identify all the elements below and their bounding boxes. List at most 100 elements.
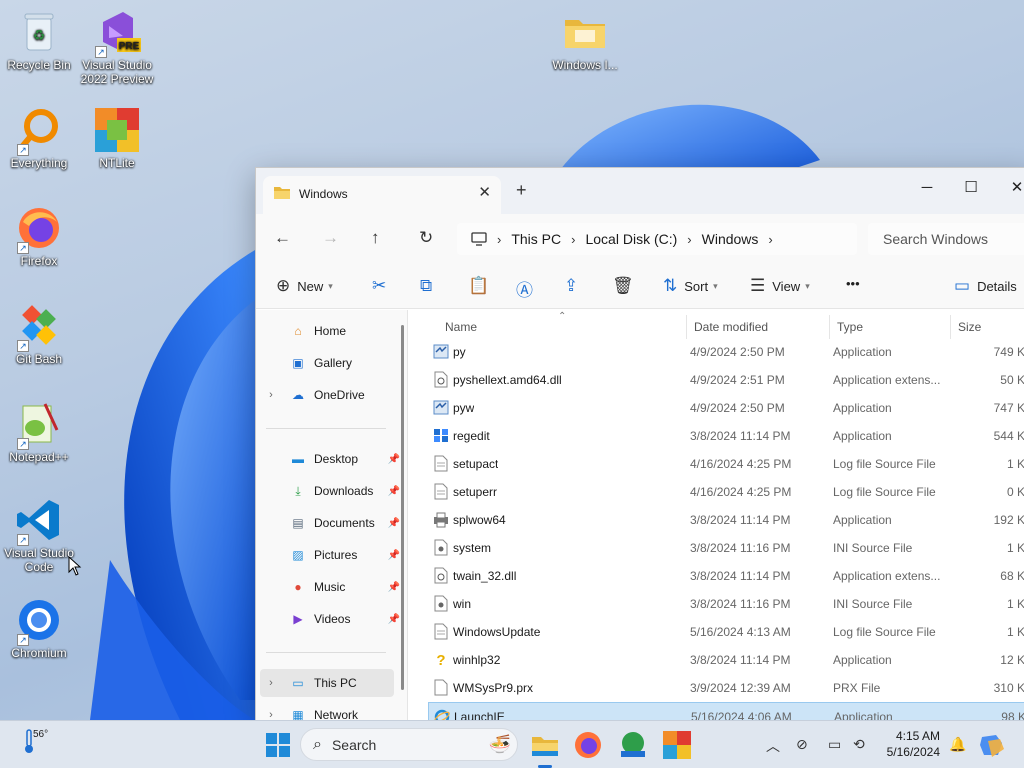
nav-pane-scrollbar[interactable]	[401, 325, 404, 690]
chevron-right-icon[interactable]: ›	[571, 232, 575, 247]
desktop-icon-notepad-plus-plus[interactable]: ↗ Notepad++	[0, 400, 78, 464]
table-row[interactable]: pyshellext.amd64.dll 4/9/2024 2:51 PM Appl…	[428, 366, 1024, 394]
table-row[interactable]: ? winhlp32 3/8/2024 11:14 PM Application 12 …	[428, 646, 1024, 674]
nav-item-downloads[interactable]: ⤓ Downloads 📌	[260, 477, 400, 505]
desktop-icon-visual-studio-preview[interactable]: PRE ↗ Visual Studio 2022 Preview	[78, 8, 156, 86]
more-options-button[interactable]: •••	[846, 276, 860, 291]
file-explorer-window[interactable]: Windows ✕ + ─ ☐ ✕ ← → ↑ ↻ › This PC › Lo…	[255, 167, 1024, 721]
desktop-icon-chromium[interactable]: ↗ Chromium	[0, 596, 78, 660]
table-row[interactable]: pyw 4/9/2024 2:50 PM Application 747 KB	[428, 394, 1024, 422]
file-type-cell: Log file Source File	[833, 457, 936, 471]
table-row[interactable]: py 4/9/2024 2:50 PM Application 749 KB	[428, 338, 1024, 366]
pin-icon[interactable]: 📌	[388, 518, 400, 529]
nav-item-desktop[interactable]: ▬ Desktop 📌	[260, 445, 400, 473]
column-header-type[interactable]: Type	[829, 315, 950, 339]
desktop-icon-label: Visual Studio Code	[4, 546, 74, 574]
forward-button[interactable]: →	[322, 228, 339, 248]
weather-temperature[interactable]: 56°	[33, 729, 48, 740]
taskbar-search-box[interactable]: ⌕ Search 🍜	[300, 728, 518, 761]
breadcrumb-windows[interactable]: Windows	[702, 231, 759, 247]
nav-item-home[interactable]: ⌂ Home	[260, 317, 394, 345]
nav-item-pictures[interactable]: ▨ Pictures 📌	[260, 541, 400, 569]
nav-item-network[interactable]: › ▦ Network	[260, 701, 394, 721]
new-button[interactable]: ⊕ New ▾	[276, 276, 333, 296]
show-hidden-icons-chevron-icon[interactable]: ︿	[766, 736, 780, 756]
ntlite-taskbar-icon[interactable]	[661, 729, 693, 761]
nav-item-this-pc[interactable]: › ▭ This PC	[260, 669, 394, 697]
table-row[interactable]: WMSysPr9.prx 3/9/2024 12:39 AM PRX File 310…	[428, 674, 1024, 702]
chevron-right-icon[interactable]: ›	[687, 232, 691, 247]
expand-chevron-icon[interactable]: ›	[260, 389, 282, 401]
desktop-icon-windows-folder[interactable]: Windows I...	[545, 8, 625, 72]
display-icon[interactable]: ▭	[828, 736, 841, 753]
rename-button[interactable]: Ⓐ	[516, 276, 540, 301]
table-row[interactable]: LaunchIE 5/16/2024 4:06 AM Application 98 K…	[428, 702, 1024, 721]
desktop-icon-firefox[interactable]: ↗ Firefox	[0, 204, 78, 268]
refresh-button[interactable]: ↻	[419, 228, 433, 248]
nav-item-videos[interactable]: ▶ Videos 📌	[260, 605, 400, 633]
navigation-pane[interactable]: ⌂ Home ▣ Gallery › ☁ OneDrive ▬ Desktop …	[256, 310, 408, 721]
file-list[interactable]: ⌃ Name Date modified Type Size py 4/9/202…	[408, 310, 1024, 721]
column-header-date[interactable]: Date modified	[686, 315, 829, 339]
desktop-icon: ▬	[292, 452, 304, 466]
nav-item-documents[interactable]: ▤ Documents 📌	[260, 509, 400, 537]
copilot-icon[interactable]	[978, 731, 1010, 763]
chevron-right-icon[interactable]: ›	[497, 232, 501, 247]
column-header-size[interactable]: Size	[950, 315, 1024, 339]
sort-button[interactable]: ⇅ Sort ▾	[663, 276, 718, 296]
pin-icon[interactable]: 📌	[388, 582, 400, 593]
maximize-button[interactable]: ☐	[948, 173, 994, 203]
minimize-button[interactable]: ─	[904, 173, 950, 203]
column-header-name[interactable]: Name	[438, 315, 688, 339]
pin-icon[interactable]: 📌	[388, 454, 400, 465]
date-modified-cell: 3/8/2024 11:16 PM	[690, 541, 791, 555]
pin-icon[interactable]: 📌	[388, 614, 400, 625]
search-input[interactable]: Search Windows	[868, 223, 1024, 255]
table-row[interactable]: regedit 3/8/2024 11:14 PM Application 544 K…	[428, 422, 1024, 450]
chevron-right-icon[interactable]: ›	[768, 232, 772, 247]
breadcrumb-local-disk[interactable]: Local Disk (C:)	[585, 231, 677, 247]
desktop-icon-git-bash[interactable]: ↗ Git Bash	[0, 302, 78, 366]
desktop-icon-ntlite[interactable]: NTLite	[78, 106, 156, 170]
file-explorer-taskbar-icon[interactable]	[529, 729, 561, 761]
pin-icon[interactable]: 📌	[388, 486, 400, 497]
nav-item-onedrive[interactable]: › ☁ OneDrive	[260, 381, 394, 409]
system-clock[interactable]: 4:15 AM 5/16/2024	[880, 728, 940, 760]
table-row[interactable]: setupact 4/16/2024 4:25 PM Log file Source…	[428, 450, 1024, 478]
table-row[interactable]: splwow64 3/8/2024 11:14 PM Application 192 …	[428, 506, 1024, 534]
close-tab-icon[interactable]: ✕	[478, 183, 491, 201]
network-offline-icon[interactable]: ⊘	[796, 736, 808, 753]
share-button[interactable]: ⇪	[564, 276, 585, 296]
desktop-icon-everything[interactable]: ↗ Everything	[0, 106, 78, 170]
new-tab-button[interactable]: +	[516, 180, 527, 201]
volume-icon[interactable]: ⟲	[853, 736, 865, 753]
desktop-icon-recycle-bin[interactable]: ♻ Recycle Bin	[0, 8, 78, 72]
notification-bell-icon[interactable]: 🔔	[949, 736, 966, 753]
firefox-taskbar-icon[interactable]	[572, 729, 604, 761]
table-row[interactable]: win 3/8/2024 11:16 PM INI Source File 1 KB	[428, 590, 1024, 618]
address-bar[interactable]: › This PC › Local Disk (C:) › Windows ›	[457, 223, 857, 255]
details-pane-button[interactable]: ▭ Details	[954, 276, 1017, 296]
expand-chevron-icon[interactable]: ›	[260, 677, 282, 689]
delete-button[interactable]: 🗑	[612, 276, 641, 296]
breadcrumb-this-pc[interactable]: This PC	[511, 231, 561, 247]
nav-item-music[interactable]: ● Music 📌	[260, 573, 400, 601]
cut-button[interactable]: ✂	[372, 276, 393, 296]
table-row[interactable]: system 3/8/2024 11:16 PM INI Source File 1 …	[428, 534, 1024, 562]
desktop-icon-vscode[interactable]: ↗ Visual Studio Code	[0, 496, 78, 574]
title-bar[interactable]: Windows ✕ + ─ ☐ ✕	[256, 168, 1024, 214]
table-row[interactable]: WindowsUpdate 5/16/2024 4:13 AM Log file S…	[428, 618, 1024, 646]
network-app-taskbar-icon[interactable]	[617, 729, 649, 761]
table-row[interactable]: twain_32.dll 3/8/2024 11:14 PM Application…	[428, 562, 1024, 590]
close-window-button[interactable]: ✕	[994, 173, 1024, 203]
up-button[interactable]: ↑	[371, 228, 380, 248]
copy-button[interactable]: ⧉	[420, 276, 439, 296]
pin-icon[interactable]: 📌	[388, 550, 400, 561]
table-row[interactable]: setuperr 4/16/2024 4:25 PM Log file Source…	[428, 478, 1024, 506]
view-button[interactable]: ☰ View ▾	[750, 276, 810, 296]
start-windows-icon[interactable]	[262, 729, 294, 761]
back-button[interactable]: ←	[274, 228, 291, 248]
nav-item-gallery[interactable]: ▣ Gallery	[260, 349, 394, 377]
paste-button[interactable]: 📋	[468, 276, 496, 296]
tab-windows[interactable]: Windows ✕	[263, 176, 501, 214]
